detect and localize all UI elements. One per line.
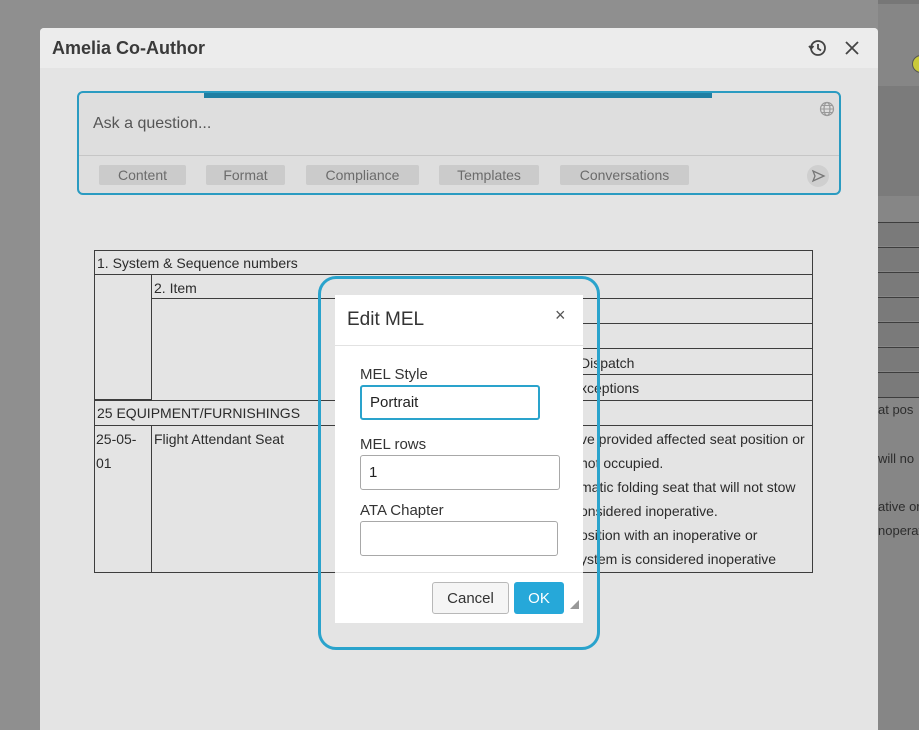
ask-box: Content Format Compliance Templates Conv… (77, 91, 841, 195)
mel-style-input[interactable] (360, 385, 540, 420)
mel-style-label: MEL Style (360, 366, 428, 383)
dialog-title: Edit MEL (347, 309, 425, 330)
table-remark: onsidered inoperative. (580, 503, 718, 519)
chip-format[interactable]: Format (206, 165, 285, 185)
edit-mel-dialog: Edit MEL × MEL Style MEL rows ATA Chapte… (335, 295, 583, 623)
background-row (878, 297, 919, 321)
table-cell (94, 274, 152, 400)
ask-input[interactable] (93, 113, 793, 135)
dialog-footer-divider (335, 572, 583, 573)
background-text: noperat (878, 523, 919, 538)
background-band (878, 86, 919, 196)
table-section-text: 25 EQUIPMENT/FURNISHINGS (97, 405, 301, 421)
send-button[interactable] (807, 165, 829, 187)
chip-compliance[interactable]: Compliance (306, 165, 419, 185)
panel-header: Amelia Co-Author (40, 28, 878, 68)
background-document: at pos will no ative or noperat (878, 0, 919, 730)
background-topbar (878, 0, 919, 4)
table-remark: matic folding seat that will not stow (580, 479, 796, 495)
table-row-id: 01 (96, 455, 112, 471)
background-text: at pos (878, 402, 914, 417)
background-row (878, 322, 919, 346)
resize-handle-icon[interactable] (570, 600, 579, 609)
panel-title: Amelia Co-Author (52, 38, 205, 58)
background-row (878, 272, 919, 296)
dialog-close-icon[interactable]: × (555, 305, 566, 326)
status-dot (912, 55, 919, 73)
table-remark: ve provided affected seat position or (580, 431, 805, 447)
table-item-header: 2. Item (154, 280, 197, 296)
table-cell (579, 323, 813, 349)
table-header-text: 1. System & Sequence numbers (97, 255, 298, 271)
mel-rows-label: MEL rows (360, 436, 427, 453)
table-row-id: 25-05- (96, 431, 137, 447)
ok-button[interactable]: OK (514, 582, 564, 614)
ata-chapter-input[interactable] (360, 521, 558, 556)
cancel-button[interactable]: Cancel (432, 582, 509, 614)
table-remark: osition with an inoperative or (580, 527, 758, 543)
ata-chapter-label: ATA Chapter (360, 502, 444, 519)
background-row (878, 222, 919, 246)
chip-templates[interactable]: Templates (439, 165, 539, 185)
table-remark: ystem is considered inoperative (580, 551, 777, 567)
dialog-divider (335, 345, 583, 346)
mel-rows-input[interactable] (360, 455, 560, 490)
history-icon[interactable] (806, 37, 828, 59)
chip-conversations[interactable]: Conversations (560, 165, 689, 185)
background-row (878, 347, 919, 371)
table-row-item: Flight Attendant Seat (154, 431, 284, 447)
background-row (878, 372, 919, 398)
background-text: will no (878, 451, 915, 466)
table-cell (579, 298, 813, 324)
globe-icon[interactable] (819, 101, 835, 117)
loading-bar (204, 93, 712, 98)
close-icon[interactable] (841, 37, 863, 59)
ask-divider (79, 155, 839, 156)
background-row (878, 247, 919, 271)
background-text: ative or (878, 499, 919, 514)
chip-content[interactable]: Content (99, 165, 186, 185)
